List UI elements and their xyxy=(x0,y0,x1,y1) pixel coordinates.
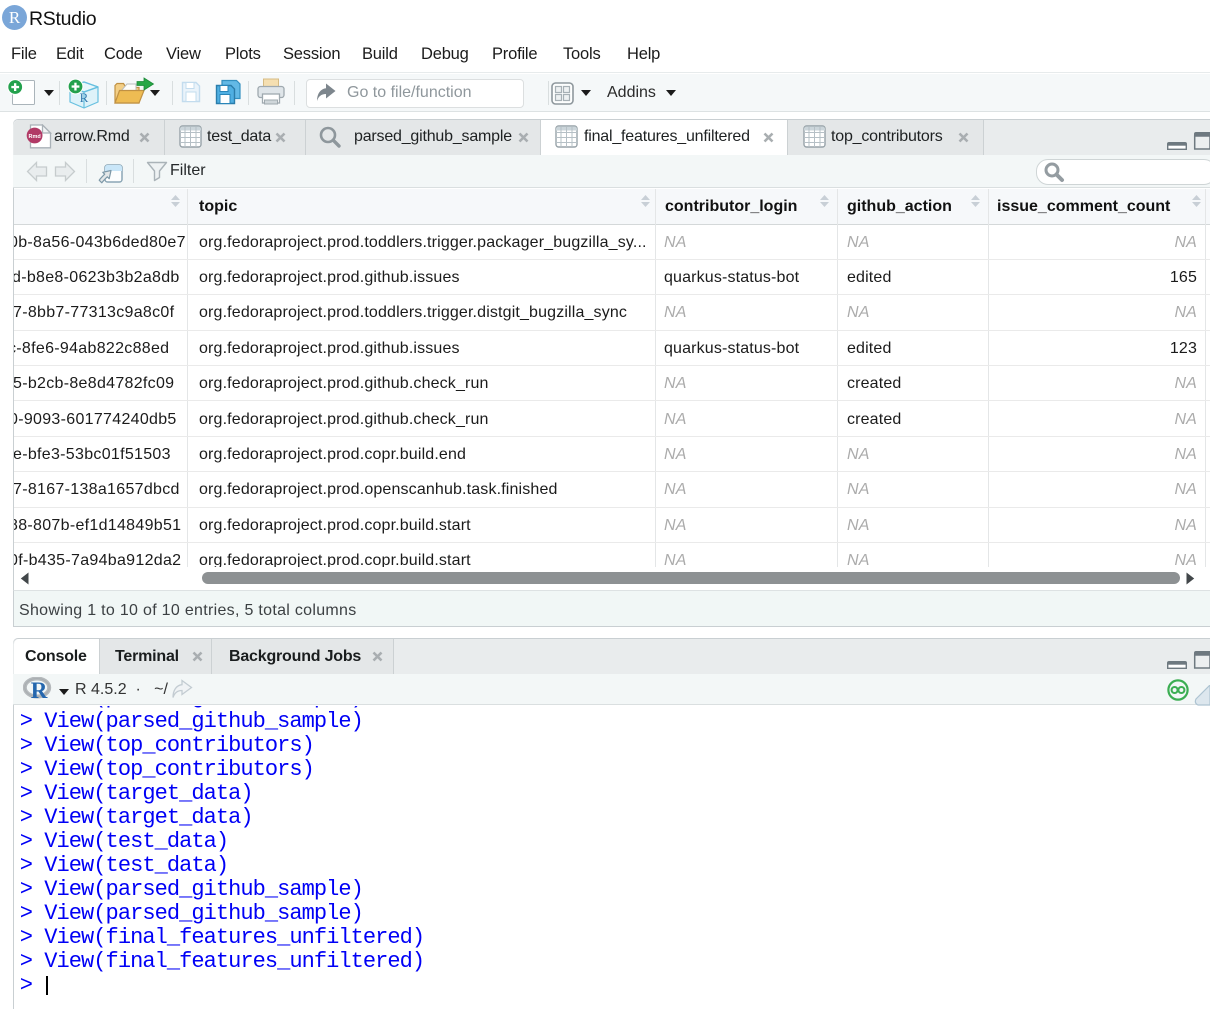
svg-text:R: R xyxy=(31,678,48,702)
svg-text:R: R xyxy=(80,90,89,105)
svg-text:Rmd: Rmd xyxy=(28,134,40,140)
